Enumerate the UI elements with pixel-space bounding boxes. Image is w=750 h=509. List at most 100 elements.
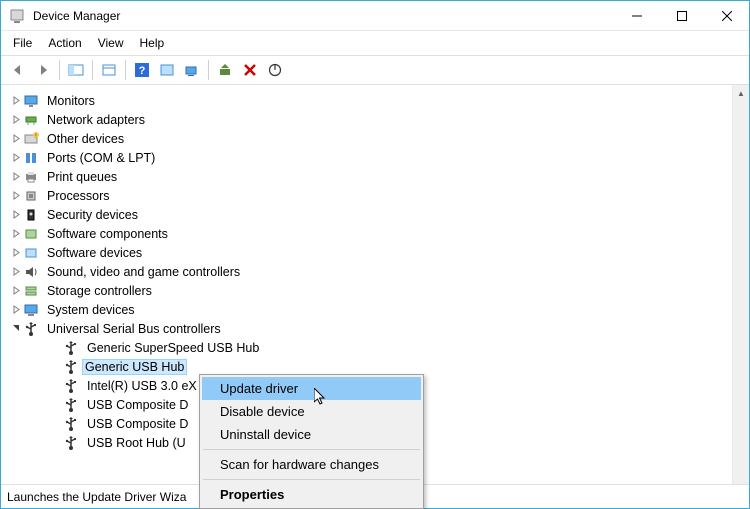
ctx-disable-device[interactable]: Disable device [202, 400, 421, 423]
device-label: USB Composite D [85, 416, 190, 432]
category-icon [23, 321, 39, 337]
expander-icon[interactable] [9, 229, 23, 238]
expander-icon[interactable] [9, 267, 23, 276]
category-icon [23, 93, 39, 109]
expander-icon[interactable] [9, 134, 23, 143]
menu-file[interactable]: File [5, 33, 40, 53]
ctx-uninstall-device[interactable]: Uninstall device [202, 423, 421, 446]
tree-category[interactable]: Software components [1, 224, 749, 243]
category-icon [23, 169, 39, 185]
maximize-button[interactable] [659, 1, 704, 30]
close-button[interactable] [704, 1, 749, 30]
category-icon [23, 150, 39, 166]
usb-icon [63, 416, 79, 432]
device-label: Generic USB Hub [82, 359, 187, 375]
toolbar-separator [59, 60, 60, 80]
scroll-up-icon[interactable]: ▲ [733, 85, 749, 102]
expander-icon[interactable] [9, 305, 23, 314]
tree-category[interactable]: Universal Serial Bus controllers [1, 319, 749, 338]
category-icon [23, 264, 39, 280]
expander-icon[interactable] [9, 286, 23, 295]
uninstall-device-button[interactable] [239, 59, 261, 81]
menu-help[interactable]: Help [132, 33, 173, 53]
tree-category[interactable]: Sound, video and game controllers [1, 262, 749, 281]
tree-category[interactable]: ! Other devices [1, 129, 749, 148]
ctx-scan-hardware[interactable]: Scan for hardware changes [202, 453, 421, 476]
window-title: Device Manager [33, 9, 614, 23]
category-icon [23, 188, 39, 204]
svg-text:!: ! [35, 133, 36, 139]
properties-button[interactable] [98, 59, 120, 81]
tree-category[interactable]: Print queues [1, 167, 749, 186]
category-label: Monitors [45, 93, 97, 109]
help-button[interactable]: ? [131, 59, 153, 81]
minimize-button[interactable] [614, 1, 659, 30]
expander-icon[interactable] [9, 115, 23, 124]
device-label: USB Composite D [85, 397, 190, 413]
toolbar: ? [1, 55, 749, 85]
disable-device-button[interactable] [264, 59, 286, 81]
category-label: Sound, video and game controllers [45, 264, 242, 280]
tree-category[interactable]: System devices [1, 300, 749, 319]
toolbar-separator [92, 60, 93, 80]
tree-category[interactable]: Network adapters [1, 110, 749, 129]
expander-icon[interactable] [9, 96, 23, 105]
svg-text:?: ? [139, 65, 146, 77]
category-label: Ports (COM & LPT) [45, 150, 157, 166]
category-label: Storage controllers [45, 283, 154, 299]
menu-action[interactable]: Action [40, 33, 89, 53]
usb-icon [63, 435, 79, 451]
forward-button[interactable] [32, 59, 54, 81]
category-icon [23, 226, 39, 242]
tree-category[interactable]: Ports (COM & LPT) [1, 148, 749, 167]
tree-category[interactable]: Monitors [1, 91, 749, 110]
update-driver-button[interactable] [214, 59, 236, 81]
action-button[interactable] [156, 59, 178, 81]
context-menu: Update driver Disable device Uninstall d… [199, 374, 424, 509]
expander-icon[interactable] [9, 191, 23, 200]
tree-category[interactable]: Storage controllers [1, 281, 749, 300]
tree-category[interactable]: Software devices [1, 243, 749, 262]
toolbar-separator [125, 60, 126, 80]
tree-category[interactable]: Processors [1, 186, 749, 205]
category-label: System devices [45, 302, 137, 318]
category-label: Processors [45, 188, 112, 204]
category-label: Software components [45, 226, 170, 242]
app-icon [9, 8, 25, 24]
usb-icon [63, 397, 79, 413]
ctx-update-driver[interactable]: Update driver [202, 377, 421, 400]
usb-icon [63, 378, 79, 394]
ctx-separator [203, 479, 420, 480]
category-label: Software devices [45, 245, 144, 261]
ctx-separator [203, 449, 420, 450]
scan-hardware-button[interactable] [181, 59, 203, 81]
scrollbar[interactable]: ▲ [732, 85, 749, 485]
ctx-properties[interactable]: Properties [202, 483, 421, 506]
expander-icon[interactable] [9, 153, 23, 162]
category-icon [23, 207, 39, 223]
expander-icon[interactable] [9, 324, 23, 333]
device-label: Generic SuperSpeed USB Hub [85, 340, 261, 356]
device-label: USB Root Hub (U [85, 435, 188, 451]
category-label: Print queues [45, 169, 119, 185]
category-label: Other devices [45, 131, 126, 147]
tree-category[interactable]: Security devices [1, 205, 749, 224]
show-hide-console-tree-button[interactable] [65, 59, 87, 81]
category-icon [23, 112, 39, 128]
tree-device[interactable]: Generic SuperSpeed USB Hub [1, 338, 749, 357]
category-icon: ! [23, 131, 39, 147]
category-icon [23, 302, 39, 318]
category-label: Network adapters [45, 112, 147, 128]
status-text: Launches the Update Driver Wiza [7, 490, 186, 504]
expander-icon[interactable] [9, 172, 23, 181]
titlebar: Device Manager [1, 1, 749, 31]
expander-icon[interactable] [9, 248, 23, 257]
toolbar-separator [208, 60, 209, 80]
menubar: File Action View Help [1, 31, 749, 55]
back-button[interactable] [7, 59, 29, 81]
menu-view[interactable]: View [90, 33, 132, 53]
device-label: Intel(R) USB 3.0 eX [85, 378, 199, 394]
category-icon [23, 245, 39, 261]
usb-icon [63, 359, 79, 375]
expander-icon[interactable] [9, 210, 23, 219]
